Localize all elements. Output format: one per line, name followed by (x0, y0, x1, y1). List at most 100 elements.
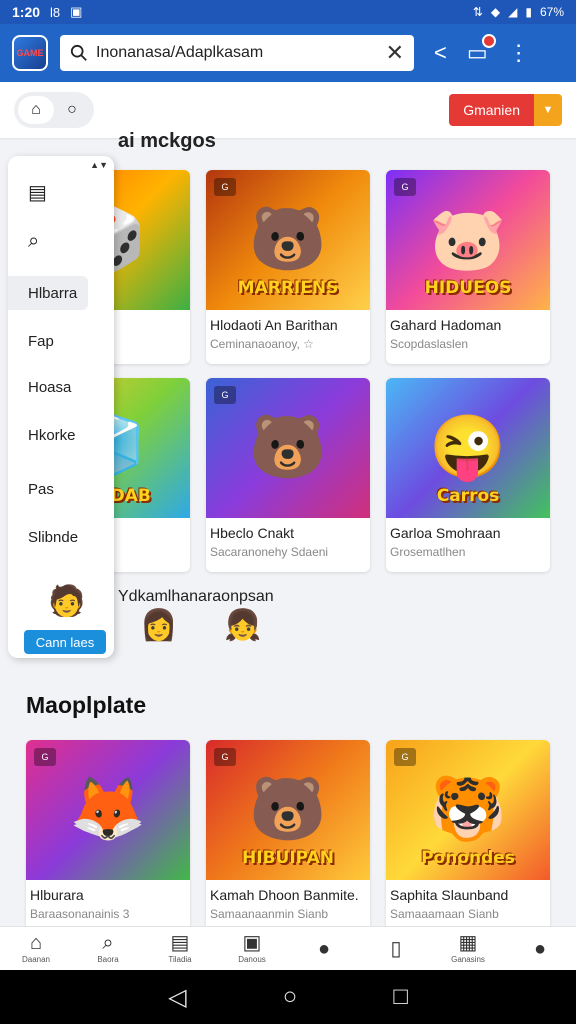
more-menu-icon[interactable]: ⋮ (508, 40, 530, 66)
game-card[interactable]: G 🐷 HIDUEOS Gahard Hadoman Scopdaslaslen (386, 170, 550, 364)
bottom-nav-item[interactable]: ▣ Danous (216, 927, 288, 970)
card-badge: G (214, 386, 236, 404)
mascot-icon: 🐻 (249, 413, 327, 482)
card-subtitle: Sacaranonehy Sdaeni (210, 545, 329, 559)
bottom-nav-label: Daanan (21, 955, 51, 964)
cta-button[interactable]: Gmanien (449, 94, 534, 126)
game-thumbnail[interactable]: G 🐻 (206, 378, 370, 518)
card-badge: G (214, 178, 236, 196)
game-card[interactable]: 😜 Carros Garloa Smohraan Grosematlhen (386, 378, 550, 572)
drawer-item-hlbarra[interactable]: Hlbarra (8, 276, 88, 310)
status-time: 1:20 (12, 4, 41, 20)
thumbnail-title: HIDUEOS (424, 278, 512, 298)
cellular-icon: ◢ (508, 5, 518, 19)
share-icon[interactable]: < (434, 40, 447, 66)
game-card[interactable]: G 🦊 Hlburara Baraasonanainis 3 (26, 740, 190, 934)
drawer-item-pas[interactable]: Pas (8, 472, 88, 506)
inbox-icon[interactable]: ▤ (28, 180, 47, 205)
card-badge: G (34, 748, 56, 766)
bottom-nav-item[interactable]: ● (288, 927, 360, 970)
drawer-item-hoasa[interactable]: Hoasa (8, 370, 88, 404)
card-title: Hbeclo Cnakt (210, 525, 295, 541)
back-icon[interactable]: ◁ (168, 983, 186, 1012)
game-thumbnail[interactable]: 😜 Carros (386, 378, 550, 518)
game-thumbnail[interactable]: G 🐻 MARRIENS (206, 170, 370, 310)
card-subtitle: Grosematlhen (390, 545, 466, 559)
bottom-nav-item[interactable]: ▦ Ganasins (432, 927, 504, 970)
card-subtitle: Scopdaslaslen (390, 337, 469, 351)
authors-label: Ydkamlhanaraonpsan (118, 588, 274, 605)
mascot-icon: 🐻 (249, 775, 327, 844)
card-title: Garloa Smohraan (390, 525, 501, 541)
notification-badge (481, 34, 496, 48)
search-icon[interactable]: ⌕ (28, 230, 39, 253)
bottom-nav-item[interactable]: ▤ Tiladia (144, 927, 216, 970)
circle-toggle-icon[interactable]: ○ (54, 96, 90, 124)
image-icon: ▣ (242, 932, 262, 954)
game-card[interactable]: G 🐻 MARRIENS Hlodaoti An Barithan Ceminanaoa… (206, 170, 370, 364)
app-logo[interactable]: GAME (12, 35, 48, 71)
clear-search-icon[interactable]: ✕ (386, 40, 404, 66)
card-title: Kamah Dhoon Banmite. (210, 887, 359, 903)
game-thumbnail[interactable]: G 🐻 HIBUIPAN (206, 740, 370, 880)
battery-icon: ▮ (525, 5, 532, 19)
shield-icon: ▯ (390, 937, 402, 960)
card-subtitle: Samaaamaan Sianb (390, 907, 499, 921)
signal-icon: ⇅ (472, 5, 483, 19)
game-grid-2: G 🦊 Hlburara Baraasonanainis 3 G 🐻 HIBUIPAN Kam… (26, 740, 550, 934)
game-card[interactable]: G 🐻 Hbeclo Cnakt Sacaranonehy Sdaeni (206, 378, 370, 572)
game-card[interactable]: G 🐯 Ponondes Saphita Slaunband Samaaamaan Si… (386, 740, 550, 934)
wifi-icon: ◆ (490, 5, 501, 19)
app-bar: GAME ✕ < ▭ ⋮ (0, 24, 576, 82)
avatar[interactable]: 👧 (224, 608, 261, 643)
drawer-item-fap[interactable]: Fap (8, 324, 88, 358)
mascot-icon: 🐻 (249, 205, 327, 274)
bottom-nav-label: Danous (238, 955, 266, 964)
home-icon: ⌂ (29, 932, 43, 954)
avatar[interactable]: 👩 (140, 608, 177, 643)
mascot-icon: 🐷 (429, 205, 507, 274)
view-toggle: ⌂ ○ (14, 92, 94, 128)
notifications-icon[interactable]: ▭ (467, 34, 496, 66)
battery-level: 67% (539, 5, 564, 19)
bottom-nav-label: Ganasins (451, 955, 485, 964)
home-circle-icon[interactable]: ○ (283, 983, 298, 1011)
game-thumbnail[interactable]: G 🐷 HIDUEOS (386, 170, 550, 310)
card-title: Hlburara (30, 887, 84, 903)
avatar[interactable]: 🧑 (48, 584, 85, 619)
status-bar: 1:20 l8 ▣ ⇅ ◆ ◢ ▮ 67% (0, 0, 576, 24)
drawer-button[interactable]: Cann laes (24, 630, 106, 654)
chevron-down-icon[interactable]: ▼ (534, 94, 562, 126)
home-toggle-icon[interactable]: ⌂ (18, 96, 54, 124)
bottom-nav-item[interactable]: ⌂ Daanan (0, 927, 72, 970)
card-subtitle: Samaanaanmin Sianb (210, 907, 329, 921)
game-thumbnail[interactable]: G 🐯 Ponondes (386, 740, 550, 880)
recents-icon[interactable]: □ (393, 983, 408, 1011)
bottom-nav-item[interactable]: ● (504, 927, 576, 970)
game-thumbnail[interactable]: G 🦊 (26, 740, 190, 880)
drawer-item-hkorke[interactable]: Hkorke (8, 418, 88, 452)
profile-icon: ● (317, 937, 331, 960)
card-badge: G (394, 178, 416, 196)
card-title: Saphita Slaunband (390, 887, 509, 903)
mascot-icon: 🐯 (429, 775, 507, 844)
card-title: Hlodaoti An Barithan (210, 317, 338, 333)
folder-icon: ▤ (170, 932, 190, 954)
card-title: Gahard Hadoman (390, 317, 502, 333)
game-card[interactable]: G 🐻 HIBUIPAN Kamah Dhoon Banmite. Samaanaanm… (206, 740, 370, 934)
bottom-nav-item[interactable]: ⌕ Baora (72, 927, 144, 970)
app-logo-text: GAME (16, 48, 44, 58)
drawer-item-slibnde[interactable]: Slibnde (8, 520, 88, 554)
bottom-nav-item[interactable]: ▯ (360, 927, 432, 970)
gallery-icon: ▦ (458, 932, 478, 954)
thumbnail-title: Carros (436, 486, 500, 506)
section-title-partial: ai mckgos (118, 130, 216, 152)
system-nav: ◁ ○ □ (0, 970, 576, 1024)
card-badge: G (394, 748, 416, 766)
search-input[interactable] (96, 44, 386, 62)
cta-split-button[interactable]: Gmanien ▼ (449, 94, 562, 126)
collapse-caret-icon[interactable]: ▲▼ (90, 160, 108, 170)
status-l8: l8 (50, 4, 61, 20)
search-icon (70, 44, 87, 61)
bottom-nav-label: Tiladia (168, 955, 192, 964)
